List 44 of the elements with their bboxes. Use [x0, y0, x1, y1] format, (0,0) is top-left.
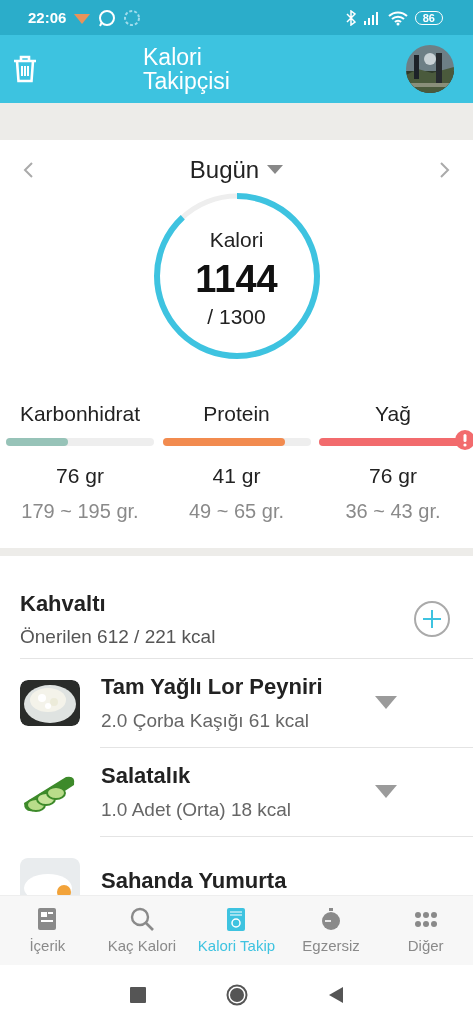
calorie-label: Kalori	[209, 227, 264, 252]
macro-amount: 76 gr	[56, 464, 104, 488]
macro-range: 36 ~ 43 gr.	[345, 500, 441, 523]
macro-range: 49 ~ 65 gr.	[188, 500, 285, 523]
caret-icon[interactable]	[267, 165, 284, 175]
date-label[interactable]: Bugün	[189, 156, 260, 184]
ring-icon	[123, 8, 142, 27]
back-icon[interactable]	[327, 986, 344, 1003]
macro-amount: 41 gr	[212, 464, 261, 488]
food-detail: 1.0 Adet (Orta) 18 kcal	[101, 799, 293, 821]
meal-summary: Önerilen 612 / 221 kcal	[20, 625, 217, 648]
tab[interactable]: İçerik	[0, 896, 95, 965]
next-icon[interactable]	[439, 161, 451, 179]
macro-amount: 76 gr	[369, 464, 417, 488]
clock: 22:06	[28, 9, 67, 26]
macro-name: Yağ	[375, 402, 411, 426]
recent-apps-icon[interactable]	[129, 986, 146, 1003]
caret-icon[interactable]	[375, 696, 397, 710]
calorie-value: 1144	[195, 257, 278, 301]
food-name[interactable]: Tam Yağlı Lor Peyniri	[101, 674, 375, 700]
chat-icon	[98, 8, 117, 27]
previous-icon[interactable]	[22, 161, 34, 179]
food-detail: 2.0 Çorba Kaşığı 61 kcal	[101, 710, 311, 732]
add-button[interactable]	[414, 601, 450, 637]
search-icon	[129, 907, 154, 932]
tab[interactable]: Egzersiz	[284, 896, 379, 965]
plus-icon	[422, 609, 442, 629]
meal-title: Kahvaltı	[20, 590, 107, 617]
tab[interactable]: Diğer	[378, 896, 473, 965]
wifi-icon	[387, 9, 408, 26]
food-name[interactable]: Sahanda Yumurta	[101, 868, 473, 894]
tab[interactable]: Kalori Takip	[189, 896, 284, 965]
macro-range: 179 ~ 195 gr.	[21, 500, 139, 523]
delete-icon[interactable]	[12, 55, 38, 83]
home-icon[interactable]	[225, 983, 248, 1006]
caret-icon[interactable]	[375, 785, 397, 799]
app-title: Kalori Takipçisi	[143, 45, 231, 93]
signal-icon	[362, 10, 381, 25]
macro-name: Karbonhidrat	[19, 402, 141, 426]
tab[interactable]: Kaç Kalori	[94, 896, 189, 965]
macro-name: Protein	[203, 402, 270, 426]
bluetooth-icon	[345, 9, 356, 26]
calorie-goal: / 1300	[207, 304, 266, 329]
food-name[interactable]: Salatalık	[101, 763, 375, 789]
